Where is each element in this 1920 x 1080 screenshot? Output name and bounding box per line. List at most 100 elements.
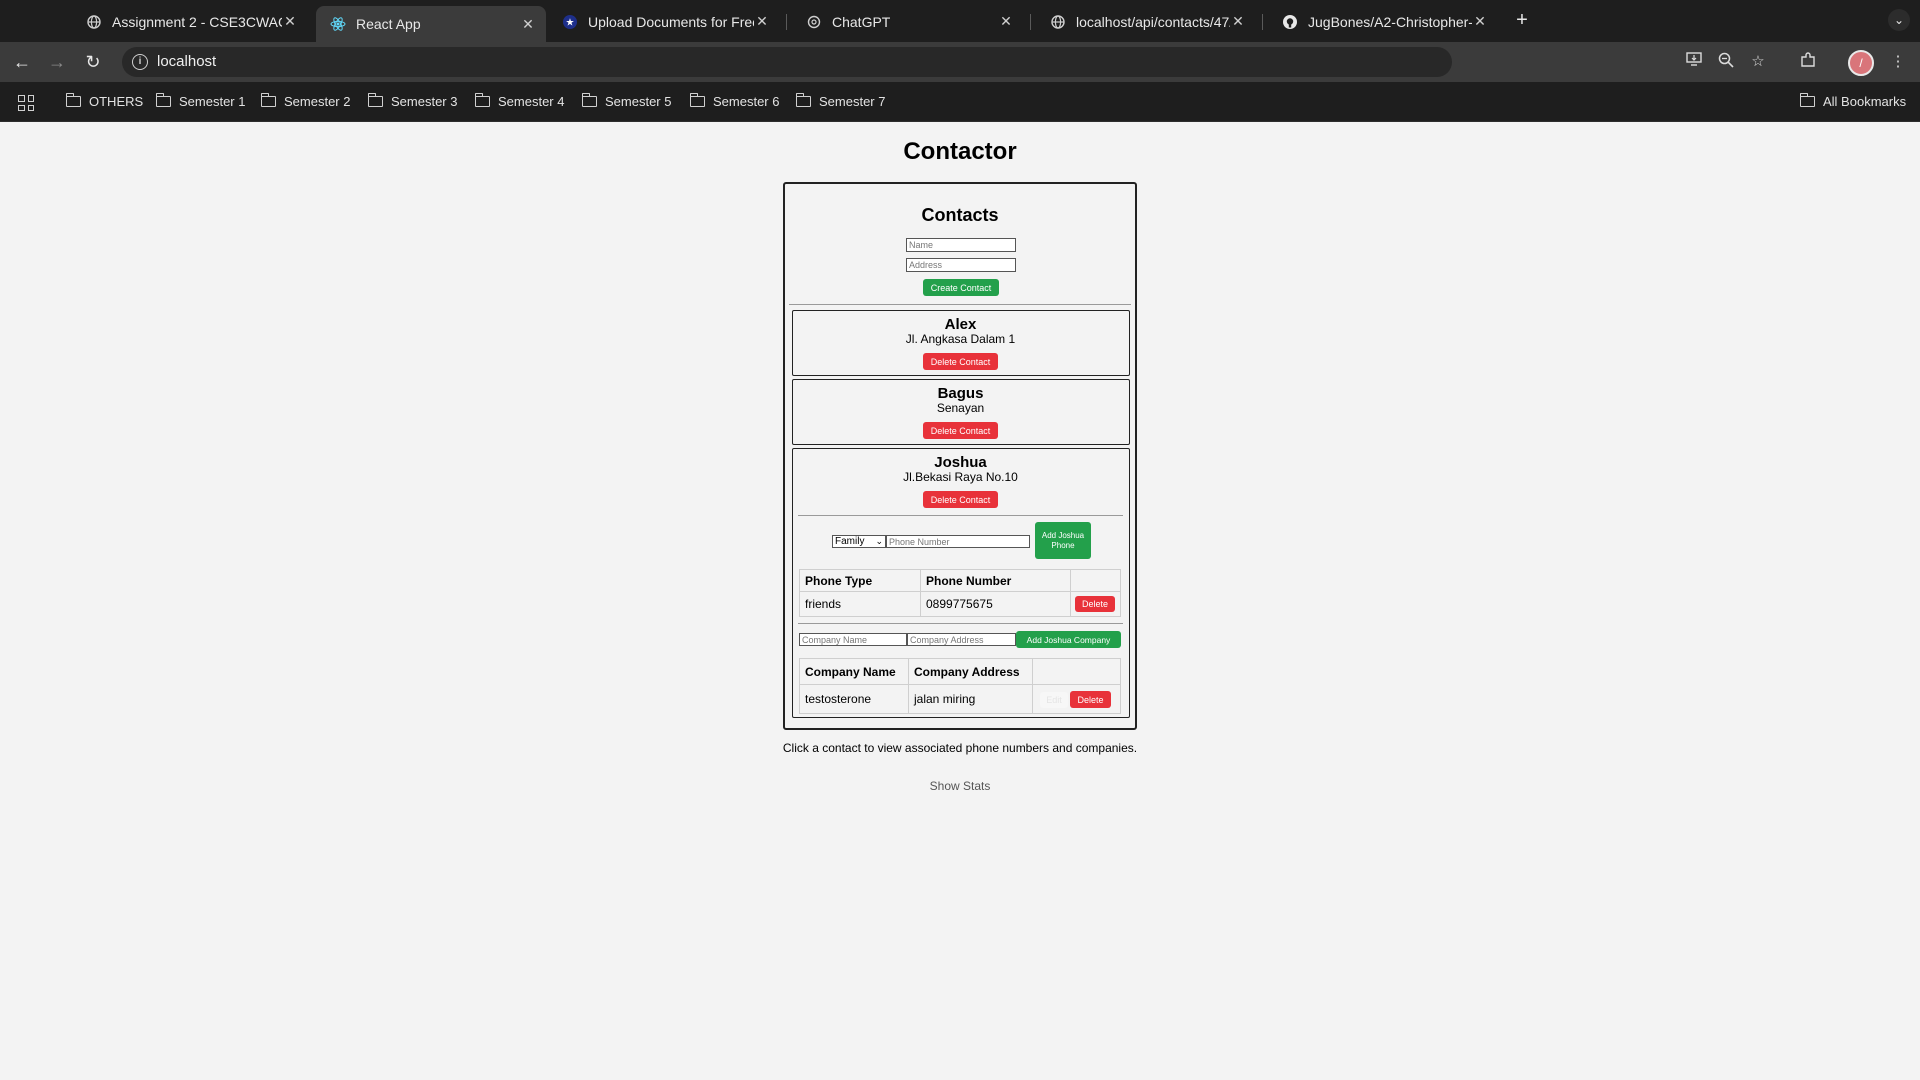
tab-react-app[interactable]: React App ✕ bbox=[316, 6, 546, 42]
tab-search-icon[interactable]: ⌄ bbox=[1888, 9, 1910, 31]
contact-card-bagus[interactable]: Bagus Senayan Delete Contact bbox=[792, 379, 1130, 445]
profile-avatar[interactable]: / bbox=[1848, 50, 1874, 76]
contact-name: Alex bbox=[944, 316, 977, 333]
bookmark-label: Semester 4 bbox=[498, 94, 565, 109]
company-name-cell: testosterone bbox=[799, 684, 909, 714]
contact-address: Senayan bbox=[936, 401, 985, 415]
tab-upload-documents[interactable]: ★ Upload Documents for Free A ✕ bbox=[548, 7, 780, 36]
add-company-button[interactable]: Add Joshua Company bbox=[1016, 631, 1121, 648]
globe-icon bbox=[1050, 14, 1066, 30]
folder-icon bbox=[689, 93, 705, 107]
address-url[interactable]: localhost bbox=[157, 53, 216, 70]
bookmark-folder-others[interactable]: OTHERS bbox=[65, 93, 143, 109]
bookmarks-bar: OTHERS Semester 1 Semester 2 Semester 3 … bbox=[0, 82, 1920, 122]
contact-address: Jl.Bekasi Raya No.10 bbox=[903, 470, 1018, 484]
tab-title: Upload Documents for Free A bbox=[588, 13, 754, 30]
delete-contact-button[interactable]: Delete Contact bbox=[923, 422, 998, 439]
globe-icon bbox=[86, 14, 102, 30]
bookmark-star-icon[interactable]: ☆ bbox=[1748, 52, 1768, 72]
forward-icon[interactable]: → bbox=[44, 50, 70, 74]
tab-separator bbox=[1262, 14, 1263, 30]
tab-separator bbox=[786, 14, 787, 30]
bookmark-label: Semester 7 bbox=[819, 94, 886, 109]
delete-contact-button[interactable]: Delete Contact bbox=[923, 491, 998, 508]
phone-type-cell: friends bbox=[799, 591, 921, 617]
address-input[interactable] bbox=[906, 258, 1016, 272]
bookmark-folder-semester-6[interactable]: Semester 6 bbox=[689, 93, 780, 109]
contact-card-joshua[interactable]: Joshua Jl.Bekasi Raya No.10 Delete Conta… bbox=[792, 448, 1130, 718]
company-table: Company Name Company Address testosteron… bbox=[799, 658, 1121, 714]
folder-icon bbox=[1799, 93, 1815, 107]
reload-icon[interactable]: ↻ bbox=[80, 50, 106, 74]
close-icon[interactable]: ✕ bbox=[1230, 13, 1246, 30]
contact-address: Jl. Angkasa Dalam 1 bbox=[905, 332, 1016, 346]
column-header: Phone Type bbox=[799, 569, 921, 592]
panel-title: Contacts bbox=[921, 205, 999, 225]
apps-grid-icon[interactable] bbox=[18, 95, 34, 111]
tab-strip: Assignment 2 - CSE3CWACS! ✕ React App ✕ … bbox=[0, 0, 1920, 42]
column-header: Phone Number bbox=[920, 569, 1071, 592]
page-content: Contactor Contacts Create Contact Alex J… bbox=[0, 122, 1920, 1080]
column-header: Company Name bbox=[799, 658, 909, 685]
close-icon[interactable]: ✕ bbox=[1472, 13, 1488, 30]
company-name-input[interactable] bbox=[799, 633, 907, 646]
all-bookmarks-folder[interactable]: All Bookmarks bbox=[1799, 93, 1906, 109]
close-icon[interactable]: ✕ bbox=[520, 16, 536, 33]
tab-chatgpt[interactable]: ChatGPT ✕ bbox=[792, 7, 1024, 36]
openai-icon bbox=[806, 14, 822, 30]
bookmark-folder-semester-7[interactable]: Semester 7 bbox=[795, 93, 886, 109]
phone-number-input[interactable] bbox=[886, 535, 1030, 548]
new-tab-button[interactable]: + bbox=[1510, 8, 1534, 32]
delete-phone-button[interactable]: Delete bbox=[1075, 596, 1115, 612]
column-header bbox=[1070, 569, 1121, 592]
close-icon[interactable]: ✕ bbox=[998, 13, 1014, 30]
close-icon[interactable]: ✕ bbox=[282, 13, 298, 30]
bookmark-folder-semester-2[interactable]: Semester 2 bbox=[260, 93, 350, 109]
bookmark-label: Semester 6 bbox=[713, 94, 780, 109]
bookmark-label: Semester 5 bbox=[605, 94, 672, 109]
table-header-row: Company Name Company Address bbox=[799, 658, 1121, 685]
page-title: Contactor bbox=[903, 138, 1017, 165]
tab-title: ChatGPT bbox=[832, 13, 891, 30]
delete-company-button[interactable]: Delete bbox=[1070, 691, 1111, 708]
info-icon[interactable]: i bbox=[132, 54, 148, 70]
phone-type-select[interactable]: Family ⌄ bbox=[832, 535, 886, 548]
folder-icon bbox=[474, 93, 490, 107]
tab-github[interactable]: JugBones/A2-Christopher-22 ✕ bbox=[1268, 7, 1498, 36]
contact-card-alex[interactable]: Alex Jl. Angkasa Dalam 1 Delete Contact bbox=[792, 310, 1130, 376]
column-header bbox=[1032, 658, 1121, 685]
github-icon bbox=[1282, 14, 1298, 30]
bookmark-folder-semester-1[interactable]: Semester 1 bbox=[155, 93, 246, 109]
address-bar[interactable]: i localhost bbox=[122, 47, 1452, 77]
folder-icon bbox=[581, 93, 597, 107]
company-address-input[interactable] bbox=[907, 633, 1016, 646]
actions-cell: Delete bbox=[1070, 591, 1121, 617]
menu-kebab-icon[interactable]: ⋮ bbox=[1888, 52, 1908, 72]
name-input[interactable] bbox=[906, 238, 1016, 252]
install-app-icon[interactable] bbox=[1684, 52, 1704, 72]
tab-localhost-api[interactable]: localhost/api/contacts/47/con ✕ bbox=[1036, 7, 1256, 36]
bookmark-folder-semester-3[interactable]: Semester 3 bbox=[367, 93, 457, 109]
folder-icon bbox=[367, 93, 383, 107]
back-icon[interactable]: ← bbox=[9, 50, 35, 74]
tab-assignment[interactable]: Assignment 2 - CSE3CWACS! ✕ bbox=[72, 7, 308, 36]
phone-table: Phone Type Phone Number friends 08997756… bbox=[799, 569, 1121, 617]
divider bbox=[789, 304, 1131, 305]
edit-company-button[interactable]: Edit bbox=[1040, 692, 1068, 708]
bookmark-folder-semester-4[interactable]: Semester 4 bbox=[474, 93, 565, 109]
delete-contact-button[interactable]: Delete Contact bbox=[923, 353, 998, 370]
tab-separator bbox=[1030, 14, 1031, 30]
hint-text: Click a contact to view associated phone… bbox=[782, 741, 1138, 755]
zoom-icon[interactable] bbox=[1716, 52, 1736, 72]
tab-title: localhost/api/contacts/47/con bbox=[1076, 13, 1230, 30]
bookmark-label: Semester 1 bbox=[179, 94, 246, 109]
extensions-icon[interactable] bbox=[1798, 52, 1818, 72]
close-icon[interactable]: ✕ bbox=[754, 13, 770, 30]
react-icon bbox=[330, 16, 346, 32]
bookmark-folder-semester-5[interactable]: Semester 5 bbox=[581, 93, 672, 109]
divider bbox=[798, 515, 1123, 516]
add-phone-button[interactable]: Add Joshua Phone bbox=[1035, 522, 1091, 559]
create-contact-button[interactable]: Create Contact bbox=[923, 279, 999, 296]
folder-icon bbox=[795, 93, 811, 107]
show-stats-button[interactable]: Show Stats bbox=[0, 779, 1920, 793]
